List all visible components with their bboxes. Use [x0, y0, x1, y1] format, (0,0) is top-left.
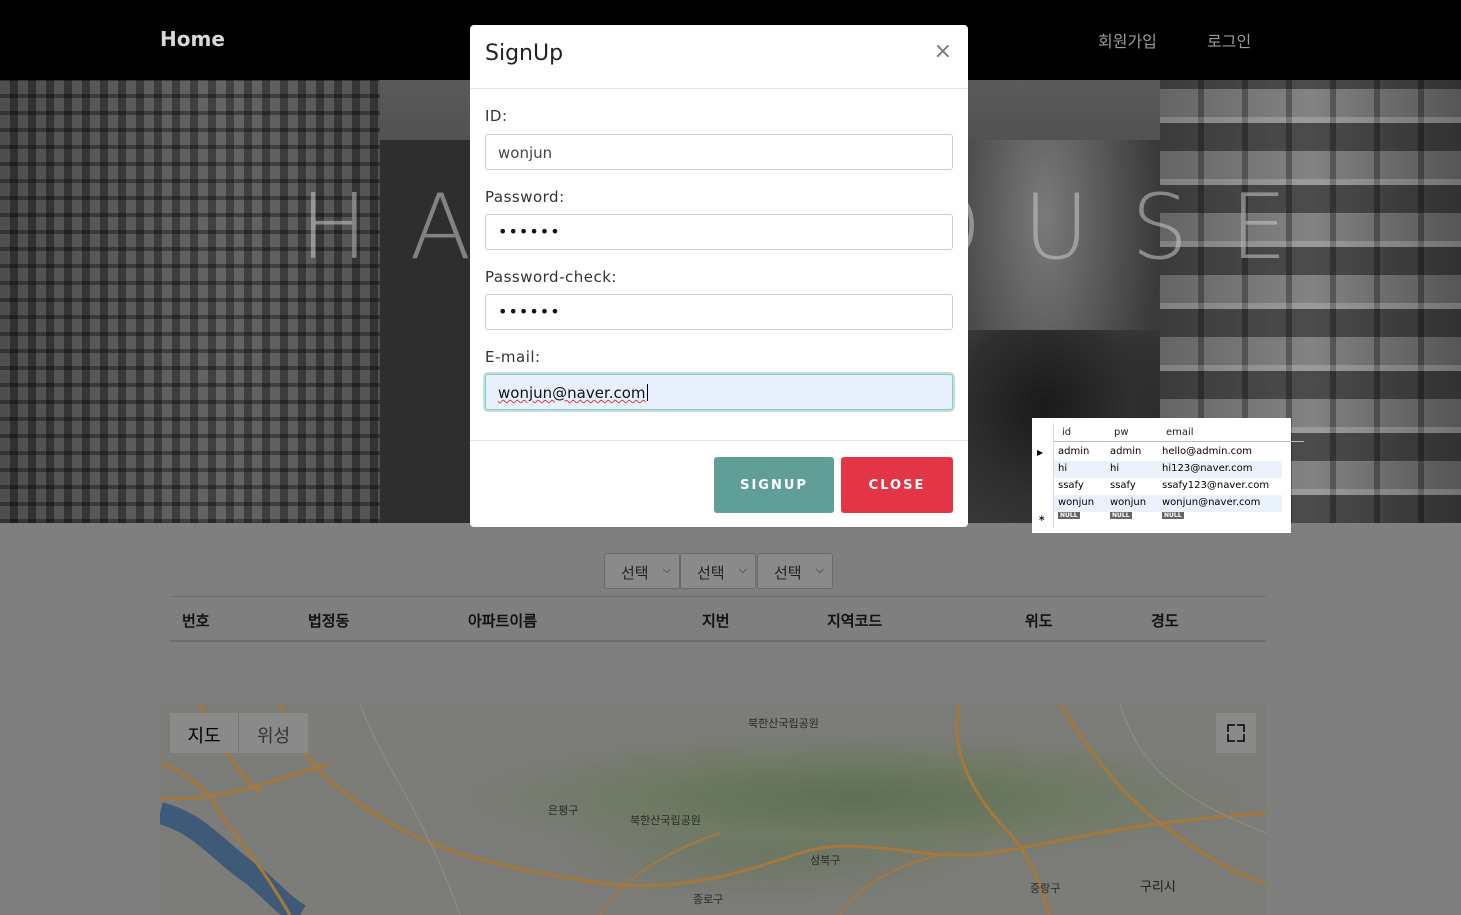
db-cell: wonjun	[1058, 497, 1095, 508]
nav-signup-link[interactable]: 회원가입	[1098, 28, 1157, 52]
db-cell: wonjun@naver.com	[1162, 497, 1261, 508]
current-row-arrow-icon: ▶	[1037, 448, 1044, 457]
map-label: 은평구	[548, 804, 579, 817]
password-input[interactable]: ••••••	[485, 214, 953, 250]
signup-modal: SignUp × ID: wonjun Password: •••••• Pas…	[470, 25, 968, 527]
db-cell: hi	[1110, 463, 1120, 474]
table-row[interactable]: hi hi hi123@naver.com	[1054, 461, 1282, 478]
select-dong-value: 선택	[774, 564, 802, 582]
map-label: 북한산국립공원	[630, 814, 701, 827]
select-sido-value: 선택	[621, 564, 649, 582]
table-row[interactable]: ssafy ssafy ssafy123@naver.com	[1054, 478, 1282, 495]
table-header-dong: 법정동	[308, 612, 350, 630]
map-type-map-button[interactable]: 지도	[170, 713, 238, 753]
map-label: 종로구	[693, 893, 724, 906]
db-header-email: email	[1166, 427, 1194, 438]
db-header-row: id pw email	[1054, 423, 1304, 442]
table-header-area-code: 지역코드	[827, 612, 883, 630]
table-header-lng: 경도	[1151, 612, 1179, 630]
table-row[interactable]: admin admin hello@admin.com	[1054, 444, 1282, 461]
map-label: 성북구	[810, 854, 841, 867]
modal-title: SignUp	[485, 41, 564, 66]
id-input[interactable]: wonjun	[485, 134, 953, 170]
db-cell: admin	[1058, 446, 1090, 457]
table-row[interactable]: wonjun wonjun wonjun@naver.com	[1054, 495, 1282, 512]
id-label: ID:	[485, 107, 508, 125]
db-cell: hello@admin.com	[1162, 446, 1253, 457]
table-header-number: 번호	[182, 612, 210, 630]
table-header-jibun: 지번	[702, 612, 730, 630]
email-label: E-mail:	[485, 348, 541, 366]
map-label: 중랑구	[1030, 882, 1061, 895]
password-check-label: Password-check:	[485, 268, 617, 286]
db-cell: ssafy123@naver.com	[1162, 480, 1270, 491]
table-row-new[interactable]: NULL NULL NULL	[1054, 512, 1282, 529]
password-check-input-value: ••••••	[498, 302, 561, 321]
password-input-value: ••••••	[498, 222, 561, 241]
map-type-satellite-button[interactable]: 위성	[238, 713, 308, 753]
email-input[interactable]: wonjun@naver.com	[485, 374, 953, 410]
table-header-apt-name: 아파트이름	[468, 612, 538, 630]
password-label: Password:	[485, 188, 565, 206]
select-dong[interactable]: 선택 ⌵	[757, 553, 833, 589]
table-header-lat: 위도	[1025, 612, 1053, 630]
password-check-input[interactable]: ••••••	[485, 294, 953, 330]
map-roads	[160, 703, 1266, 915]
db-cell: ssafy	[1058, 480, 1084, 491]
hero-building-left	[0, 80, 380, 523]
select-gugun[interactable]: 선택 ⌵	[680, 553, 756, 589]
chevron-down-icon: ⌵	[815, 563, 824, 576]
db-header-pw: pw	[1114, 427, 1129, 438]
db-result-grid: id pw email ▶ admin admin hello@admin.co…	[1032, 418, 1304, 533]
chevron-down-icon: ⌵	[662, 563, 671, 576]
db-cell: hi123@naver.com	[1162, 463, 1253, 474]
null-badge: NULL	[1110, 512, 1132, 519]
db-header-id: id	[1062, 427, 1072, 438]
nav-home-link[interactable]: Home	[160, 27, 225, 51]
select-gugun-value: 선택	[697, 564, 725, 582]
modal-header: SignUp ×	[470, 25, 968, 89]
map-view[interactable]: 지도 위성 북한산국립공원 은평구 북한산국립공원 성북구 종로구 중랑구 구리…	[160, 703, 1266, 915]
close-icon[interactable]: ×	[934, 39, 952, 64]
id-input-value: wonjun	[498, 144, 553, 162]
db-cell: wonjun	[1110, 497, 1147, 508]
nav-login-link[interactable]: 로그인	[1207, 28, 1251, 52]
table-header-row: 번호 법정동 아파트이름 지번 지역코드 위도 경도	[170, 596, 1266, 642]
signup-button[interactable]: SIGNUP	[714, 457, 834, 513]
null-badge: NULL	[1058, 512, 1080, 519]
chevron-down-icon: ⌵	[738, 563, 747, 576]
new-row-marker-icon: ∗	[1038, 514, 1046, 524]
map-label: 북한산국립공원	[748, 717, 819, 730]
db-cell: ssafy	[1110, 480, 1136, 491]
text-caret	[646, 384, 648, 401]
db-row-gutter	[1032, 423, 1054, 528]
fullscreen-icon[interactable]	[1216, 713, 1256, 753]
db-cell: hi	[1058, 463, 1068, 474]
select-sido[interactable]: 선택 ⌵	[604, 553, 680, 589]
modal-footer: SIGNUP CLOSE	[470, 440, 968, 527]
db-cell: admin	[1110, 446, 1142, 457]
close-button[interactable]: CLOSE	[841, 457, 953, 513]
null-badge: NULL	[1162, 512, 1184, 519]
email-input-value: wonjun@naver.com	[498, 384, 646, 402]
map-label: 구리시	[1140, 880, 1176, 895]
